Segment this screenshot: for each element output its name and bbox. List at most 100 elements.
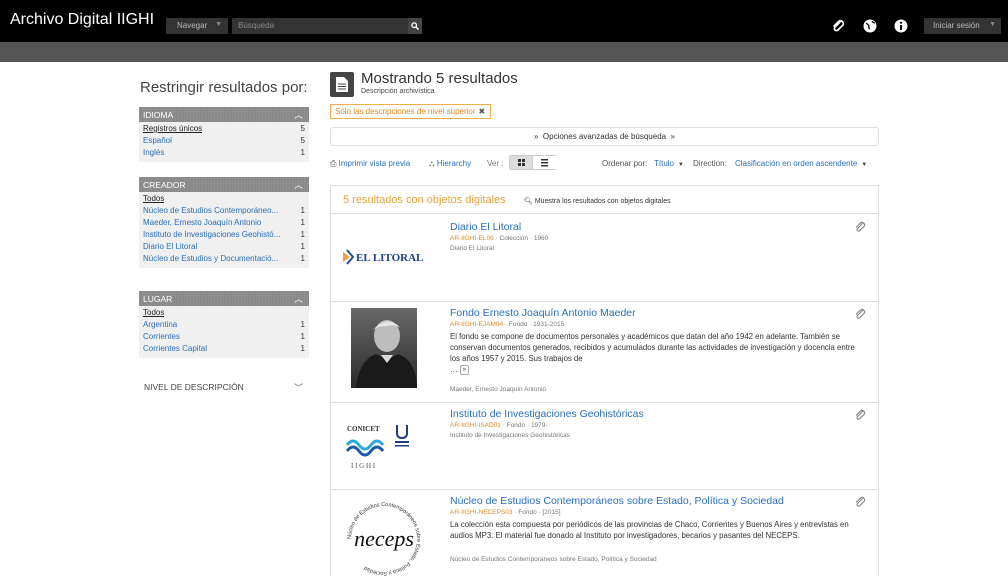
result-description: El fondo se compone de documentos person… xyxy=(450,332,855,375)
globe-icon[interactable] xyxy=(862,18,878,34)
chevron-up-icon: ︿ xyxy=(293,110,303,120)
result-description: La colección esta compuesta por periódic… xyxy=(450,520,849,540)
facet-language: IDIOMA ︿ Registros únicos 5 Español 5 Ingl… xyxy=(139,107,309,162)
search-input[interactable]: Búsqueda xyxy=(232,18,408,34)
caret-down-icon: ▼ xyxy=(859,162,868,168)
thumbnail-text: I I G H I xyxy=(351,462,376,470)
chevron-double-down-icon: » xyxy=(533,132,539,141)
chevron-down-icon: ﹀ xyxy=(293,383,303,393)
result-creator: Maeder, Ernesto Joaquín Antonio xyxy=(450,386,547,393)
result-thumbnail[interactable]: CONICET I I G H I xyxy=(339,417,419,477)
facet-item[interactable]: Todos xyxy=(139,194,309,206)
caret-down-icon: ▼ xyxy=(676,162,684,168)
page-title: Mostrando 5 resultados xyxy=(361,70,518,87)
close-icon[interactable]: ✖ xyxy=(479,107,486,116)
grid-icon xyxy=(518,159,525,166)
facet-header-language[interactable]: IDIOMA ︿ xyxy=(139,107,309,122)
result-creator: Núcleo de Estudios Contemporaneos sobre … xyxy=(450,556,657,563)
facet-item[interactable]: Instituto de Investigaciones Geohistó...… xyxy=(139,230,309,242)
digital-objects-link[interactable]: 🔍︎ Muestra los resultados con objetos di… xyxy=(524,197,671,205)
facet-item[interactable]: Español 5 xyxy=(139,136,309,148)
sub-header-bar xyxy=(0,42,1008,62)
facet-item[interactable]: Núcleo de Estudios Contemporáneo... 1 xyxy=(139,206,309,218)
chevron-up-icon: ︿ xyxy=(293,180,303,190)
results-panel: 5 resultados con objetos digitales 🔍︎ Mu… xyxy=(330,185,879,576)
login-label: Iniciar sesión xyxy=(933,21,980,30)
hierarchy-link[interactable]: ⛬ Hierarchy xyxy=(429,159,471,169)
top-navbar: Archivo Digital IIGHI Navegar ▼ Búsqueda… xyxy=(0,0,1008,42)
facet-place: LUGAR ︿ Todos Argentina 1 Corrientes 1 Cor… xyxy=(139,291,309,358)
thumbnail-text: EL LITORAL xyxy=(356,252,423,264)
caret-down-icon: ▼ xyxy=(989,21,996,28)
advanced-search-toggle[interactable]: » Opciones avanzadas de búsqueda » xyxy=(330,127,879,146)
facet-item[interactable]: Todos xyxy=(139,308,309,320)
thumbnail-text: CONICET xyxy=(347,425,380,433)
result-meta: AR-IIGHI-NECEPS03 · Fondo · [2015] xyxy=(450,509,561,516)
results-header: 5 resultados con objetos digitales 🔍︎ Mu… xyxy=(331,186,878,214)
result-item: Fondo Ernesto Joaquín Antonio Maeder AR-… xyxy=(331,302,878,403)
view-toggle-group xyxy=(509,155,556,170)
paperclip-icon[interactable] xyxy=(854,409,866,421)
result-meta: AR-IIGHI-EL06 · Colección · 1960 xyxy=(450,235,549,242)
document-icon xyxy=(330,72,354,97)
paperclip-icon[interactable] xyxy=(854,496,866,508)
facet-item[interactable]: Núcleo de Estudios y Documentació... 1 xyxy=(139,254,309,266)
direction-label: Direction: xyxy=(693,159,727,168)
clipboard-icon[interactable] xyxy=(830,18,846,34)
printer-icon: ⎙ xyxy=(330,159,337,168)
result-title-link[interactable]: Fondo Ernesto Joaquín Antonio Maeder xyxy=(450,307,636,319)
search-icon xyxy=(411,22,419,30)
result-title-link[interactable]: Núcleo de Estudios Contemporáneos sobre … xyxy=(450,495,784,507)
list-view-button[interactable] xyxy=(533,156,556,169)
facet-item[interactable]: Maeder, Ernesto Joaquín Antonio 1 xyxy=(139,218,309,230)
result-creator: Instituto de Investigaciones Geohistóric… xyxy=(450,432,570,439)
expand-button[interactable]: » xyxy=(459,364,469,375)
caret-down-icon: ▼ xyxy=(215,21,222,28)
result-item: CONICET I I G H I Instituto de Investiga… xyxy=(331,403,878,490)
result-thumbnail[interactable]: EL LITORAL xyxy=(339,241,429,271)
direction-dropdown[interactable]: Clasificación en orden ascendente ▼ xyxy=(735,159,867,168)
site-brand[interactable]: Archivo Digital IIGHI xyxy=(10,11,154,29)
facet-item[interactable]: Registros únicos 5 xyxy=(139,124,309,136)
chevron-up-icon: ︿ xyxy=(293,294,303,304)
search-button[interactable] xyxy=(408,18,422,34)
navigate-menu-button[interactable]: Navegar ▼ xyxy=(166,18,228,34)
result-meta: AR-IIGHI-ISAD01 · Fondo · 1979- xyxy=(450,422,548,429)
results-count: 5 resultados con objetos digitales xyxy=(343,194,506,206)
sidebar-title: Restringir resultados por: xyxy=(140,79,308,96)
result-item: EL LITORAL Diario El Litoral AR-IIGHI-EL… xyxy=(331,215,878,302)
result-item: Núcleo de Estudios Contemporáneos sobre … xyxy=(331,490,878,576)
facet-creator: CREADOR ︿ Todos Núcleo de Estudios Conte… xyxy=(139,177,309,268)
paperclip-icon[interactable] xyxy=(854,308,866,320)
result-title-link[interactable]: Diario El Litoral xyxy=(450,221,521,233)
navigate-label: Navegar xyxy=(177,21,208,30)
chevron-double-down-icon: » xyxy=(670,132,675,141)
result-thumbnail[interactable]: Núcleo de Estudios Contemporáneos sobre … xyxy=(339,494,429,576)
facet-header-creator[interactable]: CREADOR ︿ xyxy=(139,177,309,192)
paperclip-icon[interactable] xyxy=(854,221,866,233)
thumbnail-text: neceps xyxy=(354,526,414,551)
facet-item[interactable]: Inglés 1 xyxy=(139,148,309,160)
result-creator: Diario El Litoral xyxy=(450,245,495,252)
result-title-link[interactable]: Instituto de Investigaciones Geohistóric… xyxy=(450,408,644,420)
grid-view-button[interactable] xyxy=(510,156,533,169)
print-preview-link[interactable]: ⎙ Imprimir vista previa xyxy=(330,159,410,169)
list-icon xyxy=(541,159,548,167)
facet-item[interactable]: Diario El Litoral 1 xyxy=(139,242,309,254)
search-icon: 🔍︎ xyxy=(524,198,533,205)
view-label: Ver : xyxy=(487,159,504,168)
results-toolbar: ⎙ Imprimir vista previa ⛬ Hierarchy Ver … xyxy=(330,154,879,172)
facet-item[interactable]: Corrientes 1 xyxy=(139,332,309,344)
page-subtitle: Descripción archivística xyxy=(361,88,435,95)
facet-header-description-level[interactable]: NIVEL DE DESCRIPCIÓN ﹀ xyxy=(139,379,309,393)
sort-dropdown[interactable]: Título ▼ xyxy=(654,159,684,168)
info-icon[interactable] xyxy=(893,18,909,34)
facet-header-place[interactable]: LUGAR ︿ xyxy=(139,291,309,306)
filter-tag[interactable]: Sólo las descripciones de nivel superior… xyxy=(330,104,492,119)
login-button[interactable]: Iniciar sesión ▼ xyxy=(924,18,1001,34)
facet-item[interactable]: Argentina 1 xyxy=(139,320,309,332)
sitemap-icon: ⛬ xyxy=(429,159,435,168)
result-thumbnail[interactable] xyxy=(351,308,417,388)
facet-item[interactable]: Corrientes Capital 1 xyxy=(139,344,309,356)
result-meta: AR-IIGHI-EJAM04 · Fondo · 1931-2015 xyxy=(450,321,565,328)
